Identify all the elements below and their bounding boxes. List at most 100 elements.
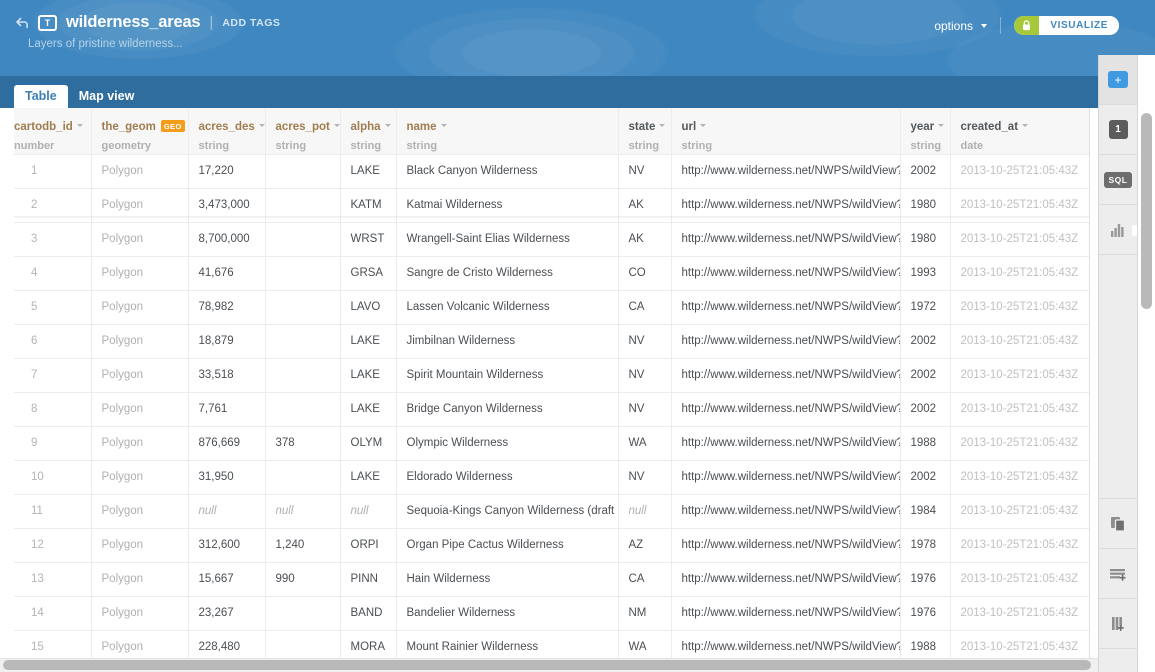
cell-acres_des[interactable]: 33,518	[188, 358, 266, 393]
tab-map-view[interactable]: Map view	[68, 85, 146, 108]
cell-the_geom[interactable]: Polygon	[91, 596, 189, 631]
cell-acres_pot[interactable]	[265, 324, 341, 359]
duplicate-button[interactable]	[1099, 499, 1137, 549]
cell-acres_pot[interactable]: 990	[265, 562, 341, 597]
cell-url[interactable]: http://www.wilderness.net/NWPS/wildView?…	[671, 596, 901, 631]
cell-created_at[interactable]: 2013-10-25T21:05:43Z	[950, 528, 1089, 563]
cell-url[interactable]: http://www.wilderness.net/NWPS/wildView?…	[671, 426, 901, 461]
cell-acres_des[interactable]: 8,700,000	[188, 222, 266, 257]
table-row[interactable]: 13 Polygon 15,667 990 PINN Hain Wilderness CA h…	[14, 562, 1089, 597]
cell-the_geom[interactable]: Polygon	[91, 256, 189, 291]
table-row[interactable]: 5 Polygon 78,982 LAVO Lassen Volcanic Wilder…	[14, 290, 1089, 325]
cell-name[interactable]: Lassen Volcanic Wilderness	[396, 290, 619, 325]
column-header-url[interactable]: url string	[671, 108, 901, 155]
cell-the_geom[interactable]: Polygon	[91, 154, 189, 189]
cell-alpha[interactable]: LAKE	[340, 358, 397, 393]
cell-the_geom[interactable]: Polygon	[91, 528, 189, 563]
cell-name[interactable]: Organ Pipe Cactus Wilderness	[396, 528, 619, 563]
cell-acres_des[interactable]: 31,950	[188, 460, 266, 495]
cell-name[interactable]: Bridge Canyon Wilderness	[396, 392, 619, 427]
cell-alpha[interactable]: GRSA	[340, 256, 397, 291]
cell-name[interactable]: Wrangell-Saint Elias Wilderness	[396, 222, 619, 257]
cell-cartodb_id[interactable]: 7	[14, 358, 92, 393]
column-menu-chevron-down-icon[interactable]	[700, 124, 707, 128]
cell-alpha[interactable]: WRST	[340, 222, 397, 257]
cell-url[interactable]: http://www.wilderness.net/NWPS/wildView?…	[671, 256, 901, 291]
cell-year[interactable]: 2002	[900, 358, 951, 393]
cell-created_at[interactable]: 2013-10-25T21:05:43Z	[950, 222, 1089, 257]
cell-acres_des[interactable]: 228,480	[188, 630, 266, 660]
dataset-description[interactable]: Layers of pristine wilderness...	[28, 38, 183, 50]
cell-url[interactable]: http://www.wilderness.net/NWPS/wildView?…	[671, 630, 901, 660]
visualize-button[interactable]: VISUALIZE	[1039, 16, 1119, 35]
column-menu-chevron-down-icon[interactable]	[1022, 124, 1029, 128]
cell-the_geom[interactable]: Polygon	[91, 460, 189, 495]
cell-name[interactable]: Eldorado Wilderness	[396, 460, 619, 495]
cell-state[interactable]: CA	[618, 562, 672, 597]
cell-acres_pot[interactable]: 378	[265, 426, 341, 461]
cell-cartodb_id[interactable]: 14	[14, 596, 92, 631]
column-menu-chevron-down-icon[interactable]	[258, 124, 264, 128]
cell-url[interactable]: http://www.wilderness.net/NWPS/wildView?…	[671, 324, 901, 359]
cell-acres_pot[interactable]	[265, 188, 341, 223]
cell-year[interactable]: 2002	[900, 460, 951, 495]
table-row[interactable]: 2 Polygon 3,473,000 KATM Katmai Wilderness AK…	[14, 188, 1089, 223]
cell-alpha[interactable]: ORPI	[340, 528, 397, 563]
cell-acres_des[interactable]: 23,267	[188, 596, 266, 631]
table-row[interactable]: 1 Polygon 17,220 LAKE Black Canyon Wildernes…	[14, 154, 1089, 189]
cell-acres_pot[interactable]	[265, 154, 341, 189]
cell-the_geom[interactable]: Polygon	[91, 188, 189, 223]
cell-cartodb_id[interactable]: 1	[14, 154, 92, 189]
cell-the_geom[interactable]: Polygon	[91, 290, 189, 325]
cell-created_at[interactable]: 2013-10-25T21:05:43Z	[950, 494, 1089, 529]
column-menu-chevron-down-icon[interactable]	[440, 124, 447, 128]
cell-created_at[interactable]: 2013-10-25T21:05:43Z	[950, 188, 1089, 223]
cell-year[interactable]: 1976	[900, 562, 951, 597]
cell-name[interactable]: Bandelier Wilderness	[396, 596, 619, 631]
table-row[interactable]: 10 Polygon 31,950 LAKE Eldorado Wilderness NV…	[14, 460, 1089, 495]
cell-cartodb_id[interactable]: 10	[14, 460, 92, 495]
table-row[interactable]: 7 Polygon 33,518 LAKE Spirit Mountain Wilder…	[14, 358, 1089, 393]
cell-created_at[interactable]: 2013-10-25T21:05:43Z	[950, 256, 1089, 291]
cell-created_at[interactable]: 2013-10-25T21:05:43Z	[950, 562, 1089, 597]
cell-url[interactable]: http://www.wilderness.net/NWPS/wildView?…	[671, 188, 901, 223]
column-menu-chevron-down-icon[interactable]	[384, 124, 391, 128]
cell-year[interactable]: 1972	[900, 290, 951, 325]
cell-the_geom[interactable]: Polygon	[91, 494, 189, 529]
cell-state[interactable]: CO	[618, 256, 672, 291]
cell-name[interactable]: Jimbilnan Wilderness	[396, 324, 619, 359]
cell-year[interactable]: 1980	[900, 188, 951, 223]
cell-url[interactable]: http://www.wilderness.net/NWPS/wildView?…	[671, 290, 901, 325]
column-header-state[interactable]: state string	[618, 108, 672, 155]
layer-count-button[interactable]: 1	[1099, 105, 1137, 155]
cell-year[interactable]: 2002	[900, 392, 951, 427]
column-header-year[interactable]: year string	[900, 108, 951, 155]
add-layer-button[interactable]: +	[1099, 55, 1137, 105]
cell-name[interactable]: Black Canyon Wilderness	[396, 154, 619, 189]
cell-alpha[interactable]: LAVO	[340, 290, 397, 325]
cell-cartodb_id[interactable]: 5	[14, 290, 92, 325]
cell-alpha[interactable]: LAKE	[340, 460, 397, 495]
cell-acres_des[interactable]: 3,473,000	[188, 188, 266, 223]
cell-acres_pot[interactable]	[265, 392, 341, 427]
column-menu-chevron-down-icon[interactable]	[333, 124, 339, 128]
cell-acres_pot[interactable]	[265, 222, 341, 257]
cell-the_geom[interactable]: Polygon	[91, 426, 189, 461]
cell-created_at[interactable]: 2013-10-25T21:05:43Z	[950, 630, 1089, 660]
cell-created_at[interactable]: 2013-10-25T21:05:43Z	[950, 154, 1089, 189]
cell-the_geom[interactable]: Polygon	[91, 392, 189, 427]
options-menu[interactable]: options	[934, 19, 988, 33]
cell-url[interactable]: http://www.wilderness.net/NWPS/wildView?…	[671, 222, 901, 257]
cell-url[interactable]: http://www.wilderness.net/NWPS/wildView?…	[671, 392, 901, 427]
cell-created_at[interactable]: 2013-10-25T21:05:43Z	[950, 324, 1089, 359]
cell-url[interactable]: http://www.wilderness.net/NWPS/wildView?…	[671, 562, 901, 597]
cell-cartodb_id[interactable]: 6	[14, 324, 92, 359]
table-row[interactable]: 9 Polygon 876,669 378 OLYM Olympic Wilderness…	[14, 426, 1089, 461]
cell-created_at[interactable]: 2013-10-25T21:05:43Z	[950, 358, 1089, 393]
cell-state[interactable]: NV	[618, 324, 672, 359]
cell-state[interactable]: AZ	[618, 528, 672, 563]
cell-alpha[interactable]: null	[340, 494, 397, 529]
table-row[interactable]: 6 Polygon 18,879 LAKE Jimbilnan Wilderness NV…	[14, 324, 1089, 359]
cell-acres_pot[interactable]: null	[265, 494, 341, 529]
table-row[interactable]: 14 Polygon 23,267 BAND Bandelier Wilderness N…	[14, 596, 1089, 631]
